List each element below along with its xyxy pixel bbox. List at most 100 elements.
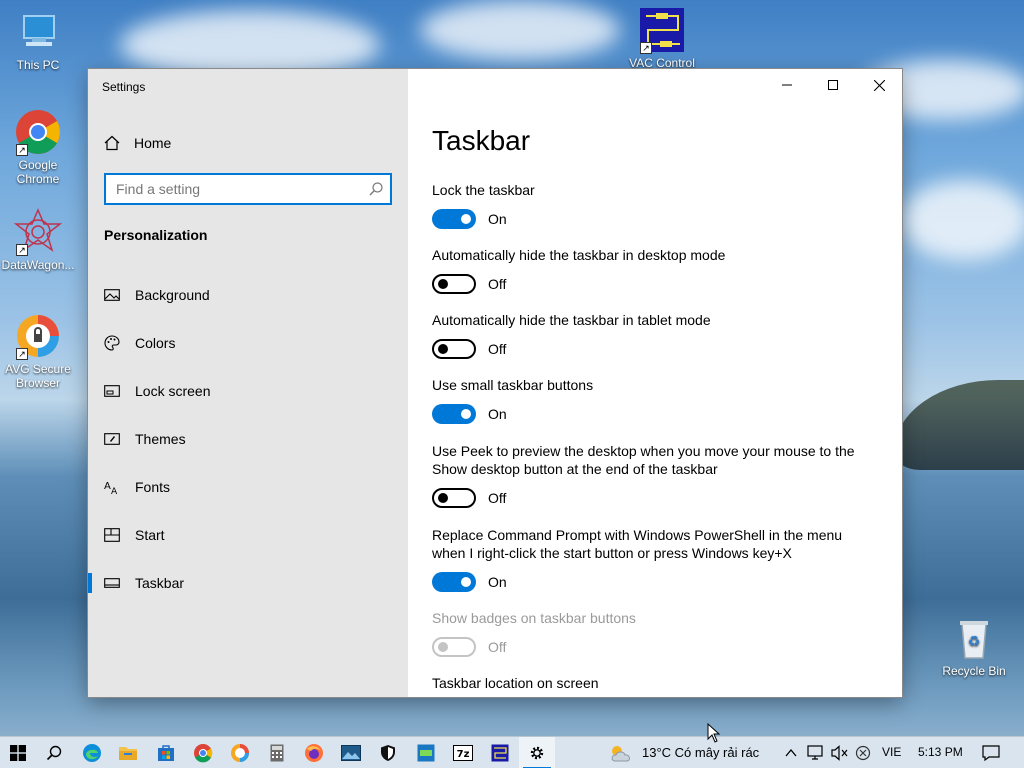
- vac-control-icon: [491, 744, 509, 762]
- taskbar-app-vac-control[interactable]: [482, 737, 518, 768]
- sidebar-item-label: Background: [135, 287, 210, 303]
- search-input[interactable]: [106, 175, 356, 203]
- search-icon: [46, 745, 62, 761]
- edge-icon: [83, 744, 101, 762]
- close-button[interactable]: [856, 69, 902, 101]
- taskbar-app-settings[interactable]: [519, 737, 555, 768]
- chrome-icon: [194, 744, 213, 763]
- sidebar-item-label: Taskbar: [135, 575, 185, 591]
- datawagon-icon: ↗: [13, 208, 63, 256]
- home-label: Home: [134, 135, 172, 151]
- taskbar-app-7zip[interactable]: 7z: [445, 737, 481, 768]
- taskbar: 7z 13°C Có mây rải rác VIE 5:13 PM: [0, 736, 1024, 768]
- desktop-icon-label: Google Chrome: [16, 158, 60, 186]
- sidebar-item-label: Colors: [135, 335, 176, 351]
- sidebar-item-taskbar[interactable]: Taskbar: [88, 559, 408, 607]
- taskbar-app-chrome[interactable]: [185, 737, 221, 768]
- home-icon: [104, 135, 120, 151]
- sidebar-item-start[interactable]: Start: [88, 511, 408, 559]
- blocked-icon[interactable]: [855, 745, 871, 761]
- home-nav-item[interactable]: Home: [104, 131, 171, 155]
- desktop-icon-label: DataWagon...: [1, 258, 75, 272]
- setting-label: Use small taskbar buttons: [432, 377, 594, 393]
- island: [894, 380, 1024, 470]
- weather-cloudy-icon[interactable]: [608, 743, 634, 763]
- toggle-state: On: [488, 406, 507, 422]
- sidebar: Settings Home Personalization Background…: [88, 69, 408, 697]
- toggle-state: Off: [488, 276, 507, 292]
- toggle-switch[interactable]: [432, 274, 476, 294]
- network-icon[interactable]: [807, 745, 825, 761]
- sidebar-item-background[interactable]: Background: [88, 271, 408, 319]
- setting-lock-taskbar: Lock the taskbar On: [432, 181, 872, 229]
- computer-icon: [14, 8, 62, 56]
- desktop-icon-recycle-bin[interactable]: ♻ Recycle Bin: [936, 614, 1012, 678]
- weather-text[interactable]: 13°C Có mây rải rác: [642, 745, 759, 760]
- setting-label: Automatically hide the taskbar in tablet…: [432, 312, 711, 328]
- image-icon: [104, 289, 120, 301]
- volume-muted-icon[interactable]: [831, 745, 849, 761]
- sidebar-item-label: Lock screen: [135, 383, 211, 399]
- taskbar-app-avg-browser[interactable]: [222, 737, 258, 768]
- svg-text:A: A: [111, 487, 118, 495]
- desktop-icon-datawagon[interactable]: ↗ DataWagon...: [0, 208, 76, 272]
- search-button[interactable]: [36, 737, 72, 768]
- sidebar-item-colors[interactable]: Colors: [88, 319, 408, 367]
- search-icon[interactable]: [368, 181, 384, 197]
- toggle-state: Off: [488, 341, 507, 357]
- sidebar-item-label: Start: [135, 527, 165, 543]
- seven-zip-icon: 7z: [453, 745, 473, 761]
- taskbar-app-security[interactable]: [370, 737, 406, 768]
- store-icon: [158, 745, 174, 761]
- toggle-switch[interactable]: [432, 572, 476, 592]
- nav-list: Background Colors Lock screen Themes AA …: [88, 271, 408, 607]
- toggle-state: Off: [488, 639, 507, 655]
- folder-icon: [119, 747, 137, 760]
- mouse-cursor-icon: [707, 723, 721, 743]
- sidebar-item-lock-screen[interactable]: Lock screen: [88, 367, 408, 415]
- desktop-icon-vac-control[interactable]: ↗ VAC Control: [624, 6, 700, 70]
- section-title: Personalization: [104, 227, 208, 243]
- shortcut-arrow-icon: ↗: [16, 144, 28, 156]
- search-box: [104, 173, 392, 205]
- setting-autohide-tablet: Automatically hide the taskbar in tablet…: [432, 311, 872, 359]
- language-indicator[interactable]: VIE: [882, 745, 901, 759]
- taskbar-app-firefox[interactable]: [296, 737, 332, 768]
- shortcut-arrow-icon: ↗: [16, 244, 28, 256]
- notifications-icon[interactable]: [982, 745, 1000, 761]
- toggle-switch[interactable]: [432, 209, 476, 229]
- taskbar-app-photos[interactable]: [333, 737, 369, 768]
- minimize-button[interactable]: [764, 69, 810, 101]
- desktop-icon-avg-secure-browser[interactable]: ↗ AVG Secure Browser: [0, 312, 76, 390]
- toggle-switch: [432, 637, 476, 657]
- taskbar-app-edge[interactable]: [74, 737, 110, 768]
- gear-icon: [530, 746, 544, 760]
- toggle-switch[interactable]: [432, 404, 476, 424]
- toggle-switch[interactable]: [432, 339, 476, 359]
- setting-taskbar-location: Taskbar location on screen: [432, 674, 872, 692]
- toggle-state: On: [488, 211, 507, 227]
- page-title: Taskbar: [432, 125, 531, 156]
- close-icon: [873, 79, 885, 91]
- lock-screen-icon: [104, 385, 120, 397]
- settings-window: Settings Home Personalization Background…: [88, 69, 902, 697]
- taskbar-app-green-tool[interactable]: [408, 737, 444, 768]
- sidebar-item-fonts[interactable]: AA Fonts: [88, 463, 408, 511]
- desktop-icon-this-pc[interactable]: This PC: [0, 8, 76, 72]
- clock[interactable]: 5:13 PM: [918, 745, 963, 759]
- window-title: Settings: [102, 80, 146, 94]
- desktop-icon-google-chrome[interactable]: ↗ Google Chrome: [0, 108, 76, 186]
- content-pane: Taskbar Lock the taskbar On Automaticall…: [408, 69, 902, 697]
- sidebar-item-themes[interactable]: Themes: [88, 415, 408, 463]
- start-button[interactable]: [0, 737, 36, 768]
- toggle-state: On: [488, 574, 507, 590]
- toggle-switch[interactable]: [432, 488, 476, 508]
- maximize-button[interactable]: [810, 69, 856, 101]
- setting-autohide-desktop: Automatically hide the taskbar in deskto…: [432, 246, 872, 294]
- setting-label: Show badges on taskbar buttons: [432, 610, 636, 626]
- minimize-icon: [782, 84, 792, 86]
- taskbar-app-store[interactable]: [148, 737, 184, 768]
- taskbar-app-calculator[interactable]: [259, 737, 295, 768]
- taskbar-app-file-explorer[interactable]: [110, 737, 146, 768]
- chevron-up-icon[interactable]: [785, 748, 797, 758]
